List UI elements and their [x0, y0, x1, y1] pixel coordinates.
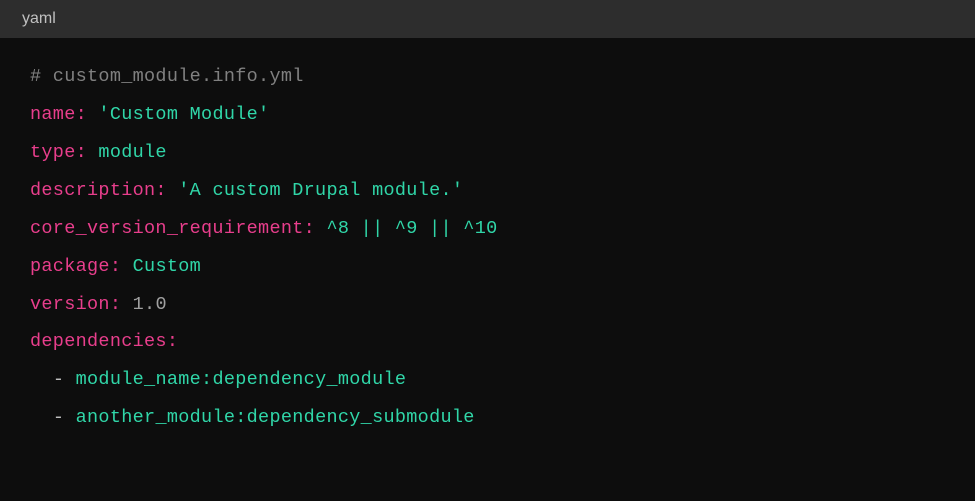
yaml-value: 'Custom Module' [98, 104, 269, 125]
yaml-key: package [30, 256, 110, 277]
kv-line: name: 'Custom Module' [30, 96, 945, 134]
code-block-container: yaml # custom_module.info.yml name: 'Cus… [0, 0, 975, 501]
colon: : [76, 142, 87, 163]
dash: - [53, 407, 64, 428]
yaml-key: version [30, 294, 110, 315]
list-item-line: - another_module:dependency_submodule [30, 399, 945, 437]
dependency-value: module_name:dependency_module [76, 369, 407, 390]
yaml-key: type [30, 142, 76, 163]
colon: : [155, 180, 166, 201]
yaml-key: description [30, 180, 155, 201]
comment-line: # custom_module.info.yml [30, 58, 945, 96]
kv-line: package: Custom [30, 248, 945, 286]
kv-line: description: 'A custom Drupal module.' [30, 172, 945, 210]
dependency-value: another_module:dependency_submodule [76, 407, 475, 428]
comment-text: # custom_module.info.yml [30, 66, 304, 87]
colon: : [76, 104, 87, 125]
colon: : [304, 218, 315, 239]
list-item-line: - module_name:dependency_module [30, 361, 945, 399]
code-body: # custom_module.info.yml name: 'Custom M… [0, 38, 975, 501]
yaml-value: 'A custom Drupal module.' [178, 180, 463, 201]
kv-line: version: 1.0 [30, 286, 945, 324]
yaml-value: 1.0 [133, 294, 167, 315]
colon: : [167, 331, 178, 352]
language-label: yaml [22, 10, 56, 27]
yaml-value: module [98, 142, 166, 163]
yaml-value: ^8 || ^9 || ^10 [326, 218, 497, 239]
code-language-header: yaml [0, 0, 975, 38]
dependencies-key-line: dependencies: [30, 323, 945, 361]
yaml-key: dependencies [30, 331, 167, 352]
colon: : [110, 256, 121, 277]
yaml-key: core_version_requirement [30, 218, 304, 239]
dash: - [53, 369, 64, 390]
colon: : [110, 294, 121, 315]
yaml-key: name [30, 104, 76, 125]
kv-line: type: module [30, 134, 945, 172]
kv-line: core_version_requirement: ^8 || ^9 || ^1… [30, 210, 945, 248]
yaml-value: Custom [133, 256, 201, 277]
